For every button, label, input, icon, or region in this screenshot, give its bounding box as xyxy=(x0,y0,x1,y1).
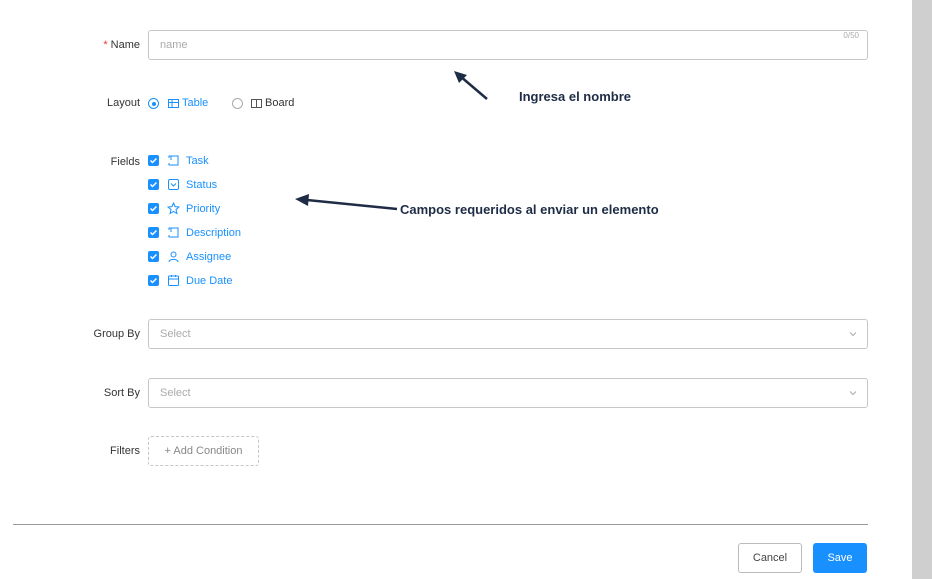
check-icon xyxy=(149,157,158,164)
star-icon xyxy=(167,202,180,215)
check-icon xyxy=(149,229,158,236)
board-icon xyxy=(251,98,262,108)
group-by-select[interactable]: Select xyxy=(148,319,868,349)
field-checkbox-task[interactable] xyxy=(148,155,159,166)
layout-label: Layout xyxy=(106,97,140,109)
field-checkbox-due-date[interactable] xyxy=(148,275,159,286)
field-item-task[interactable]: Task xyxy=(167,154,209,167)
chevron-down-icon xyxy=(849,332,857,337)
field-item-assignee[interactable]: Assignee xyxy=(167,250,231,263)
layout-option-table[interactable]: Table xyxy=(168,97,208,109)
name-char-counter: 0/50 xyxy=(843,31,859,40)
filters-label: Filters xyxy=(110,445,140,457)
cancel-button[interactable]: Cancel xyxy=(738,543,802,573)
group-by-label: Group By xyxy=(93,328,140,340)
field-item-due-date[interactable]: Due Date xyxy=(167,274,232,287)
sort-by-placeholder: Select xyxy=(160,387,191,399)
layout-radio-board[interactable] xyxy=(232,98,243,109)
user-icon xyxy=(168,251,179,263)
field-checkbox-priority[interactable] xyxy=(148,203,159,214)
annotation-arrow-icon xyxy=(454,71,488,100)
add-condition-button[interactable]: + Add Condition xyxy=(148,436,259,466)
dropdown-icon xyxy=(168,179,179,190)
field-label: Priority xyxy=(186,202,221,215)
annotation-name-hint: Ingresa el nombre xyxy=(519,89,631,104)
field-label: Due Date xyxy=(186,274,233,287)
calendar-icon xyxy=(168,275,179,286)
layout-option-label: Table xyxy=(182,97,209,109)
layout-option-board[interactable]: Board xyxy=(251,97,294,109)
scrollbar[interactable] xyxy=(912,0,932,579)
check-icon xyxy=(149,181,158,188)
name-input[interactable] xyxy=(149,31,867,59)
field-checkbox-status[interactable] xyxy=(148,179,159,190)
name-label: * Name xyxy=(103,39,140,51)
layout-option-label: Board xyxy=(265,97,295,109)
field-item-description[interactable]: Description xyxy=(167,226,241,239)
field-item-priority[interactable]: Priority xyxy=(167,202,220,215)
required-mark: * xyxy=(103,39,108,51)
field-label: Status xyxy=(186,178,218,191)
field-label: Description xyxy=(186,226,242,239)
fields-label: Fields xyxy=(110,156,140,168)
sort-by-label: Sort By xyxy=(103,387,140,399)
text-icon xyxy=(168,227,179,238)
layout-radio-table[interactable] xyxy=(148,98,159,109)
chevron-down-icon xyxy=(849,391,857,396)
table-icon xyxy=(168,98,179,108)
field-label: Assignee xyxy=(186,250,232,263)
field-checkbox-description[interactable] xyxy=(148,227,159,238)
text-icon xyxy=(168,155,179,166)
check-icon xyxy=(149,277,158,284)
field-label: Task xyxy=(186,154,209,167)
field-checkbox-assignee[interactable] xyxy=(148,251,159,262)
save-button[interactable]: Save xyxy=(813,543,867,573)
group-by-placeholder: Select xyxy=(160,328,191,340)
field-item-status[interactable]: Status xyxy=(167,178,217,191)
check-icon xyxy=(149,253,158,260)
name-input-wrapper[interactable]: 0/50 xyxy=(148,30,868,60)
footer-divider xyxy=(13,524,868,525)
annotation-arrow-icon xyxy=(295,194,398,211)
sort-by-select[interactable]: Select xyxy=(148,378,868,408)
annotation-fields-hint: Campos requeridos al enviar un elemento xyxy=(400,202,659,217)
check-icon xyxy=(149,205,158,212)
